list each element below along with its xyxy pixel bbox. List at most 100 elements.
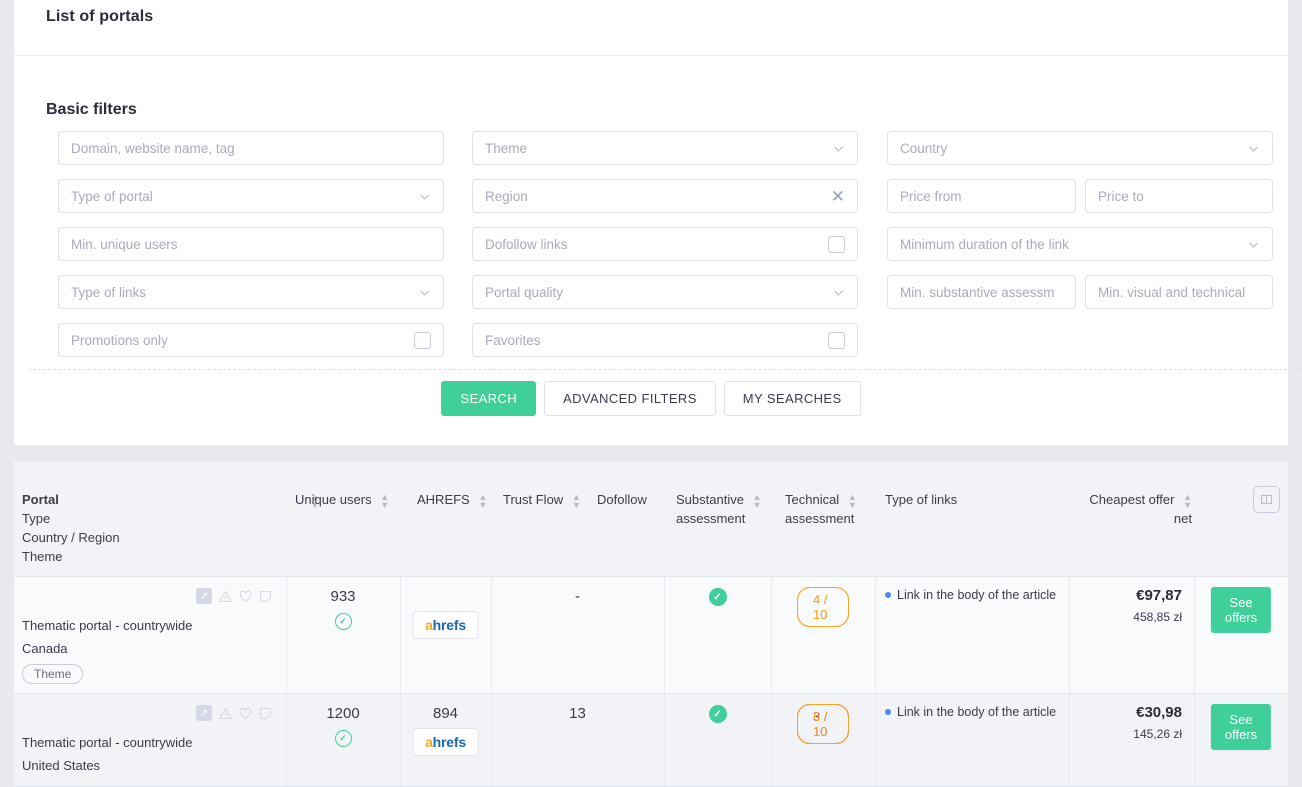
min-visual-input[interactable]: Min. visual and technical: [1085, 275, 1273, 309]
column-header-technical[interactable]: Technical ▲ ▼ assessment: [785, 490, 857, 528]
dofollow-check-icon: ✓: [708, 705, 727, 723]
type-of-portal-select[interactable]: Type of portal: [58, 179, 444, 213]
check-circle-icon: ✓: [334, 730, 352, 747]
favorites-label: Favorites: [485, 332, 541, 348]
heart-icon[interactable]: [239, 707, 252, 720]
promotions-only-checkbox-field[interactable]: Promotions only: [58, 323, 444, 357]
search-button[interactable]: SEARCH: [441, 381, 536, 416]
portals-table: Portal ▲ ▼ Type Country / Region Theme Un…: [14, 461, 1288, 787]
promotions-only-checkbox[interactable]: [414, 331, 431, 349]
type-of-links-placeholder: Type of links: [71, 284, 147, 300]
chevron-down-icon: [834, 289, 843, 296]
column-header-ahrefs[interactable]: AHREFS ▲ ▼: [417, 490, 487, 509]
link-type-row: Link in the body of the article: [885, 588, 1056, 602]
dofollow-links-checkbox-field[interactable]: Dofollow links: [472, 227, 858, 261]
filters-divider: [28, 369, 1302, 370]
price-from-input[interactable]: Price from: [887, 179, 1076, 213]
ahrefs-value: 894: [432, 705, 459, 722]
chevron-down-icon: [420, 289, 429, 296]
favorites-checkbox[interactable]: [828, 331, 845, 349]
portal-country: Canada: [22, 641, 68, 656]
domain-input[interactable]: Domain, website name, tag: [58, 131, 444, 165]
advanced-filters-button[interactable]: ADVANCED FILTERS: [544, 381, 716, 416]
cell-ahrefs: - ahrefs: [400, 577, 491, 693]
unique-users-value: 933: [330, 588, 356, 605]
filters-card: List of portals Basic filters Domain, we…: [14, 0, 1302, 445]
min-unique-users-placeholder: Min. unique users: [71, 236, 178, 252]
cell-actions: See offers: [1194, 694, 1288, 786]
price-pln: 458,85 zł: [1133, 610, 1182, 624]
check-circle-icon: ✓: [334, 613, 352, 630]
type-of-links-select[interactable]: Type of links: [58, 275, 444, 309]
column-header-unique-users-label: Unique users: [295, 492, 372, 507]
portal-quality-placeholder: Portal quality: [485, 284, 564, 300]
sort-icon[interactable]: ▲ ▼: [848, 492, 857, 509]
price-eur: €97,87: [1136, 587, 1182, 604]
favorites-checkbox-field[interactable]: Favorites: [472, 323, 858, 357]
unique-users-verified: ✓: [286, 613, 400, 630]
min-visual-placeholder: Min. visual and technical: [1098, 284, 1246, 300]
column-header-trust-flow[interactable]: Trust Flow ▲ ▼: [503, 490, 581, 509]
column-header-type-of-links[interactable]: Type of links: [885, 490, 957, 509]
page-gutter-left: [0, 0, 14, 787]
column-header-cheapest-offer[interactable]: Cheapest offer ▲ ▼ net: [1082, 490, 1192, 528]
warning-icon[interactable]: [219, 590, 232, 603]
min-substantive-input[interactable]: Min. substantive assessm: [887, 275, 1076, 309]
ahrefs-logo-a: a: [425, 617, 433, 633]
columns-icon: [1261, 494, 1272, 505]
warning-icon[interactable]: [219, 707, 232, 720]
note-icon[interactable]: [259, 590, 272, 603]
sort-icon[interactable]: ▲ ▼: [572, 492, 581, 509]
column-header-technical-label2: assessment: [785, 511, 855, 526]
table-row[interactable]: ↗ Thematic portal - countrywide Canada T…: [14, 577, 1288, 694]
dofollow-check-icon: ✓: [708, 588, 727, 606]
sort-icon[interactable]: ▲ ▼: [380, 492, 389, 509]
note-icon[interactable]: [259, 707, 272, 720]
ahrefs-logo[interactable]: ahrefs: [412, 611, 479, 639]
column-header-dofollow[interactable]: Dofollow: [597, 490, 647, 509]
sort-icon[interactable]: ▲ ▼: [753, 492, 762, 509]
min-unique-users-input[interactable]: Min. unique users: [58, 227, 444, 261]
link-type-label: Link in the body of the article: [897, 705, 1057, 719]
my-searches-button[interactable]: MY SEARCHES: [723, 381, 861, 416]
theme-select[interactable]: Theme: [472, 131, 858, 165]
cell-trust-flow: 13: [491, 694, 664, 786]
region-select-placeholder: Region: [485, 188, 528, 204]
cell-unique-users: 933 ✓: [286, 577, 400, 693]
cell-dofollow: ✓: [664, 694, 771, 786]
promotions-only-label: Promotions only: [71, 332, 168, 348]
ahrefs-logo-a: a: [425, 734, 433, 750]
dofollow-links-checkbox[interactable]: [828, 235, 845, 253]
see-offers-button[interactable]: See offers: [1210, 704, 1272, 750]
min-duration-select[interactable]: Minimum duration of the link: [887, 227, 1273, 261]
table-row[interactable]: ↗ Thematic portal - countrywide United S…: [14, 694, 1288, 787]
column-header-dofollow-label: Dofollow: [597, 492, 647, 507]
sort-icon[interactable]: ▲ ▼: [478, 492, 487, 509]
column-settings-button[interactable]: [1253, 486, 1280, 513]
column-header-portal[interactable]: Portal ▲ ▼ Type Country / Region Theme: [22, 490, 319, 566]
see-offers-button[interactable]: See offers: [1210, 587, 1272, 633]
price-to-input[interactable]: Price to: [1085, 179, 1273, 213]
column-header-substantive[interactable]: Substantive ▲ ▼ assessment: [676, 490, 761, 528]
cell-actions: See offers: [1194, 577, 1288, 693]
cell-technical: 4 / 10: [771, 577, 875, 693]
column-header-unique-users[interactable]: Unique users ▲ ▼: [295, 490, 389, 509]
portal-theme-chip[interactable]: Theme: [22, 664, 84, 684]
portal-quality-select[interactable]: Portal quality: [472, 275, 858, 309]
heart-icon[interactable]: [239, 590, 252, 603]
cell-divider: [1069, 577, 1070, 693]
external-link-icon[interactable]: ↗: [196, 705, 212, 721]
ahrefs-logo[interactable]: ahrefs: [412, 728, 479, 756]
region-select[interactable]: Region ✕: [472, 179, 858, 213]
card-divider: [14, 55, 1288, 56]
column-header-portal-country: Country / Region: [22, 530, 120, 545]
external-link-icon[interactable]: ↗: [196, 588, 212, 604]
cell-price: €97,87 458,85 zł: [1069, 577, 1194, 693]
country-select[interactable]: Country: [887, 131, 1273, 165]
column-header-portal-label: Portal: [22, 492, 59, 507]
table-header: Portal ▲ ▼ Type Country / Region Theme Un…: [14, 461, 1288, 577]
cell-technical: 6 / 10: [771, 694, 875, 786]
portal-type: Thematic portal - countrywide: [22, 618, 193, 633]
sort-icon[interactable]: ▲ ▼: [1183, 492, 1192, 509]
close-icon[interactable]: ✕: [831, 188, 845, 205]
